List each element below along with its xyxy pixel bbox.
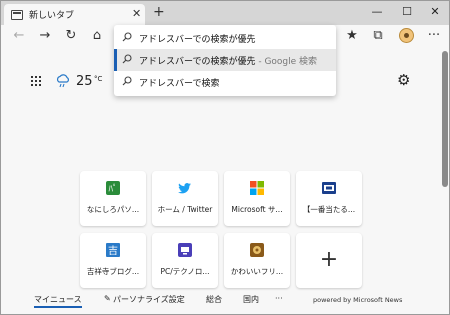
refresh-icon[interactable]: ↻ xyxy=(62,27,80,45)
pencil-icon: ✎ xyxy=(104,294,111,303)
profile-avatar[interactable] xyxy=(399,28,414,43)
new-tab-button[interactable]: + xyxy=(153,4,165,20)
suggestion-text: アドレスバーでの検索が優先 - Google 検索 xyxy=(139,54,317,67)
back-icon[interactable]: ← xyxy=(10,27,28,45)
search-icon xyxy=(122,32,132,42)
title-bar: 新しいタブ ✕ + — ☐ ✕ xyxy=(1,1,449,25)
scrollbar-thumb[interactable] xyxy=(442,51,448,187)
tile-label: 【一番当たる... xyxy=(302,205,356,214)
search-icon xyxy=(122,54,132,64)
twitter-bird-icon xyxy=(178,183,191,194)
nav-domestic[interactable]: 国内 xyxy=(243,294,259,305)
tile-label: PC/テクノロ... xyxy=(160,267,210,276)
tile-label: 吉祥寺ブログ... xyxy=(86,267,140,276)
tile-pc-techno[interactable]: PC/テクノロ... xyxy=(152,233,218,288)
tile-nanishiro[interactable]: ﾊﾟ なにしろパソ... xyxy=(80,171,146,226)
more-menu-icon[interactable]: ··· xyxy=(425,27,443,45)
kichijoji-logo-icon: 吉 xyxy=(106,243,120,257)
tab-title: 新しいタブ xyxy=(29,11,75,21)
ichiban-logo-icon xyxy=(322,182,336,194)
suggestion-search[interactable]: アドレスバーで検索 xyxy=(114,71,336,93)
tile-label: かわいいフリ... xyxy=(230,267,284,276)
plus-icon: + xyxy=(319,247,339,272)
tile-microsoft[interactable]: Microsoft サ... xyxy=(224,171,290,226)
powered-by-text: powered by Microsoft News xyxy=(313,296,403,304)
search-icon xyxy=(122,76,132,86)
nav-general[interactable]: 総合 xyxy=(206,294,222,305)
close-window-button[interactable]: ✕ xyxy=(421,2,449,22)
news-nav-bar: マイニュース ✎ パーソナライズ設定 総合 国内 ··· powered by … xyxy=(1,291,437,314)
microsoft-logo-icon xyxy=(250,181,264,195)
home-icon[interactable]: ⌂ xyxy=(88,27,106,45)
suggestion-text: アドレスバーで検索 xyxy=(139,79,220,89)
maximize-button[interactable]: ☐ xyxy=(393,2,421,22)
tile-kawaii[interactable]: かわいいフリ... xyxy=(224,233,290,288)
favorites-icon[interactable]: ★ xyxy=(343,27,361,45)
settings-gear-icon[interactable]: ⚙ xyxy=(397,73,411,88)
nanishiro-logo-icon: ﾊﾟ xyxy=(106,181,120,195)
minimize-button[interactable]: — xyxy=(363,2,391,22)
tile-label: Microsoft サ... xyxy=(231,205,283,214)
address-bar-dropdown: アドレスバーでの検索が優先 アドレスバーでの検索が優先 - Google 検索 … xyxy=(114,25,336,96)
browser-window: 新しいタブ ✕ + — ☐ ✕ ← → ↻ ⌂ ★ ⧉ ··· 25 °C ⚙ … xyxy=(0,0,450,315)
temperature-unit: °C xyxy=(94,75,103,83)
tile-kichijoji[interactable]: 吉 吉祥寺ブログ... xyxy=(80,233,146,288)
kawaii-logo-icon xyxy=(250,243,264,257)
tab-close-icon[interactable]: ✕ xyxy=(132,7,141,20)
suggestion-source: - Google 検索 xyxy=(255,57,318,67)
svg-text:吉: 吉 xyxy=(108,245,118,257)
suggestion-query: アドレスバーでの検索が優先 xyxy=(139,57,256,67)
nav-more-button[interactable]: ··· xyxy=(275,294,283,303)
tile-label: なにしろパソ... xyxy=(86,205,140,214)
apps-grid-icon[interactable] xyxy=(31,76,42,87)
nav-personalize[interactable]: パーソナライズ設定 xyxy=(113,294,185,305)
address-bar-input[interactable]: アドレスバーでの検索が優先 xyxy=(114,27,336,49)
tile-label: ホーム / Twitter xyxy=(157,205,213,214)
tab-new-tab[interactable]: 新しいタブ ✕ xyxy=(4,4,145,25)
new-tab-page-icon xyxy=(11,10,23,20)
suggestion-google-search[interactable]: アドレスバーでの検索が優先 - Google 検索 xyxy=(114,49,336,71)
tile-ichiban[interactable]: 【一番当たる... xyxy=(296,171,362,226)
pc-techno-logo-icon xyxy=(178,243,192,257)
svg-text:ﾊﾟ: ﾊﾟ xyxy=(108,184,117,195)
nav-my-news[interactable]: マイニュース xyxy=(34,294,82,308)
cloud-rain-icon xyxy=(56,74,69,88)
address-bar-text: アドレスバーでの検索が優先 xyxy=(139,35,256,45)
tile-twitter[interactable]: ホーム / Twitter xyxy=(152,171,218,226)
collections-icon[interactable]: ⧉ xyxy=(369,27,387,45)
add-site-tile[interactable]: + xyxy=(296,233,362,288)
temperature-value[interactable]: 25 xyxy=(76,74,93,89)
forward-icon[interactable]: → xyxy=(36,27,54,45)
